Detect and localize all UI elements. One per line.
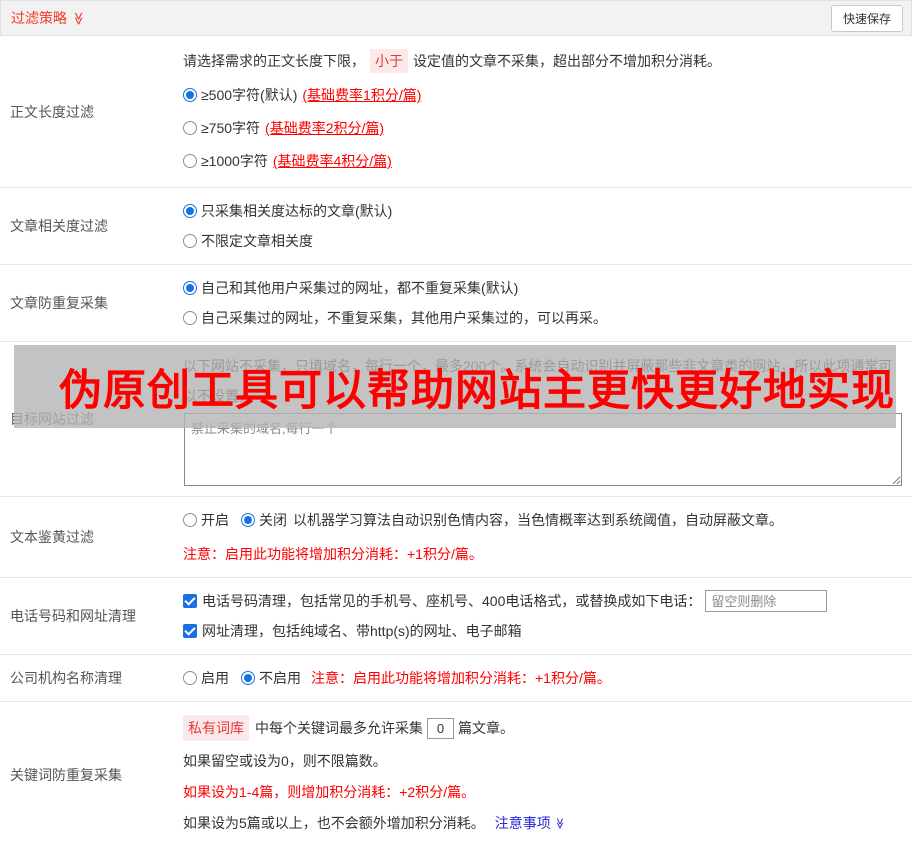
- option-relevance-any[interactable]: 不限定文章相关度: [183, 230, 904, 252]
- row-label: 文章防重复采集: [10, 295, 108, 311]
- notice-link[interactable]: 注意事项 ≫: [495, 812, 565, 834]
- row-target-site-filter: 目标网站过滤 以下网站不采集，只填域名，每行一个，最多200个。系统会自动识别并…: [0, 342, 912, 497]
- row-article-dedup: 文章防重复采集 自己和其他用户采集过的网址，都不重复采集(默认) 自己采集过的网…: [0, 265, 912, 342]
- section-header: 过滤策略 ≫ 快速保存: [0, 0, 912, 36]
- keyword-dedup-note-2: 如果设为5篇或以上，也不会额外增加积分消耗。: [183, 815, 485, 831]
- radio-company-clean-off[interactable]: [241, 671, 255, 685]
- row-relevance-filter: 文章相关度过滤 只采集相关度达标的文章(默认) 不限定文章相关度: [0, 188, 912, 265]
- keyword-dedup-cost-note: 如果设为1-4篇，则增加积分消耗：+2积分/篇。: [183, 784, 476, 800]
- option-relevance-only[interactable]: 只采集相关度达标的文章(默认): [183, 200, 904, 222]
- row-label: 电话号码和网址清理: [10, 608, 136, 624]
- radio-porn-on[interactable]: [183, 513, 197, 527]
- row-body-length-filter: 正文长度过滤 请选择需求的正文长度下限， 小于 设定值的文章不采集，超出部分不增…: [0, 36, 912, 188]
- row-porn-filter: 文本鉴黄过滤 开启 关闭 以机器学习算法自动识别色情内容，当色情概率达到系统阈值…: [0, 497, 912, 578]
- option-1000-chars[interactable]: ≥1000字符 (基础费率4积分/篇): [183, 150, 904, 172]
- radio-dedup-self-only[interactable]: [183, 311, 197, 325]
- radio-relevance-any[interactable]: [183, 234, 197, 248]
- row-label: 公司机构名称清理: [10, 670, 122, 686]
- row-company-name-cleanup: 公司机构名称清理 启用 不启用 注意：启用此功能将增加积分消耗：+1积分/篇。: [0, 655, 912, 702]
- radio-relevance-only[interactable]: [183, 204, 197, 218]
- radio-company-clean-on[interactable]: [183, 671, 197, 685]
- replacement-phone-input[interactable]: [705, 590, 828, 612]
- option-750-chars[interactable]: ≥750字符 (基础费率2积分/篇): [183, 117, 904, 139]
- fee-note: (基础费率1积分/篇): [302, 87, 422, 103]
- radio-750-chars[interactable]: [183, 121, 197, 135]
- max-articles-input[interactable]: [427, 717, 454, 739]
- option-500-chars[interactable]: ≥500字符(默认) (基础费率1积分/篇): [183, 84, 904, 106]
- company-clean-cost-note: 注意：启用此功能将增加积分消耗：+1积分/篇。: [311, 670, 611, 686]
- porn-filter-cost-note: 注意：启用此功能将增加积分消耗：+1积分/篇。: [183, 546, 483, 562]
- porn-filter-description: 以机器学习算法自动识别色情内容，当色情概率达到系统阈值，自动屏蔽文章。: [293, 512, 783, 528]
- fee-note: (基础费率4积分/篇): [272, 153, 392, 169]
- row-keyword-dedup: 关键词防重复采集 私有词库 中每个关键词最多允许采集 篇文章。 如果留空或设为0…: [0, 702, 912, 847]
- row-label: 文本鉴黄过滤: [10, 529, 94, 545]
- row-label: 正文长度过滤: [10, 103, 94, 120]
- row-label: 目标网站过滤: [10, 411, 94, 427]
- option-dedup-all-users[interactable]: 自己和其他用户采集过的网址，都不重复采集(默认): [183, 277, 904, 299]
- row-label: 关键词防重复采集: [10, 766, 122, 783]
- option-dedup-self-only[interactable]: 自己采集过的网址，不重复采集，其他用户采集过的，可以再采。: [183, 307, 904, 329]
- blocked-domains-textarea[interactable]: [184, 413, 902, 486]
- private-thesaurus-badge: 私有词库: [183, 715, 249, 741]
- chevron-double-down-icon: ≫: [71, 11, 87, 25]
- target-site-description: 以下网站不采集，只填域名，每行一个，最多200个。系统会自动识别并屏蔽那些非文章…: [183, 358, 893, 404]
- chevron-double-down-icon: ≫: [553, 817, 566, 829]
- phone-cleanup-checkbox[interactable]: [183, 594, 197, 608]
- section-title: 过滤策略: [11, 10, 67, 26]
- quick-save-button[interactable]: 快速保存: [830, 4, 903, 32]
- body-length-description: 请选择需求的正文长度下限， 小于 设定值的文章不采集，超出部分不增加积分消耗。: [183, 49, 904, 73]
- keyword-dedup-note-1: 如果留空或设为0，则不限篇数。: [183, 753, 387, 769]
- section-title-toggle[interactable]: 过滤策略 ≫: [11, 8, 86, 28]
- radio-1000-chars[interactable]: [183, 154, 197, 168]
- row-label: 文章相关度过滤: [10, 218, 108, 234]
- fee-note: (基础费率2积分/篇): [265, 120, 385, 136]
- radio-porn-off[interactable]: [241, 513, 255, 527]
- highlight-less-than: 小于: [370, 49, 408, 73]
- row-phone-url-cleanup: 电话号码和网址清理 电话号码清理，包括常见的手机号、座机号、400电话格式，或替…: [0, 578, 912, 655]
- url-cleanup-checkbox[interactable]: [183, 624, 197, 638]
- radio-500-chars[interactable]: [183, 88, 197, 102]
- radio-dedup-all-users[interactable]: [183, 281, 197, 295]
